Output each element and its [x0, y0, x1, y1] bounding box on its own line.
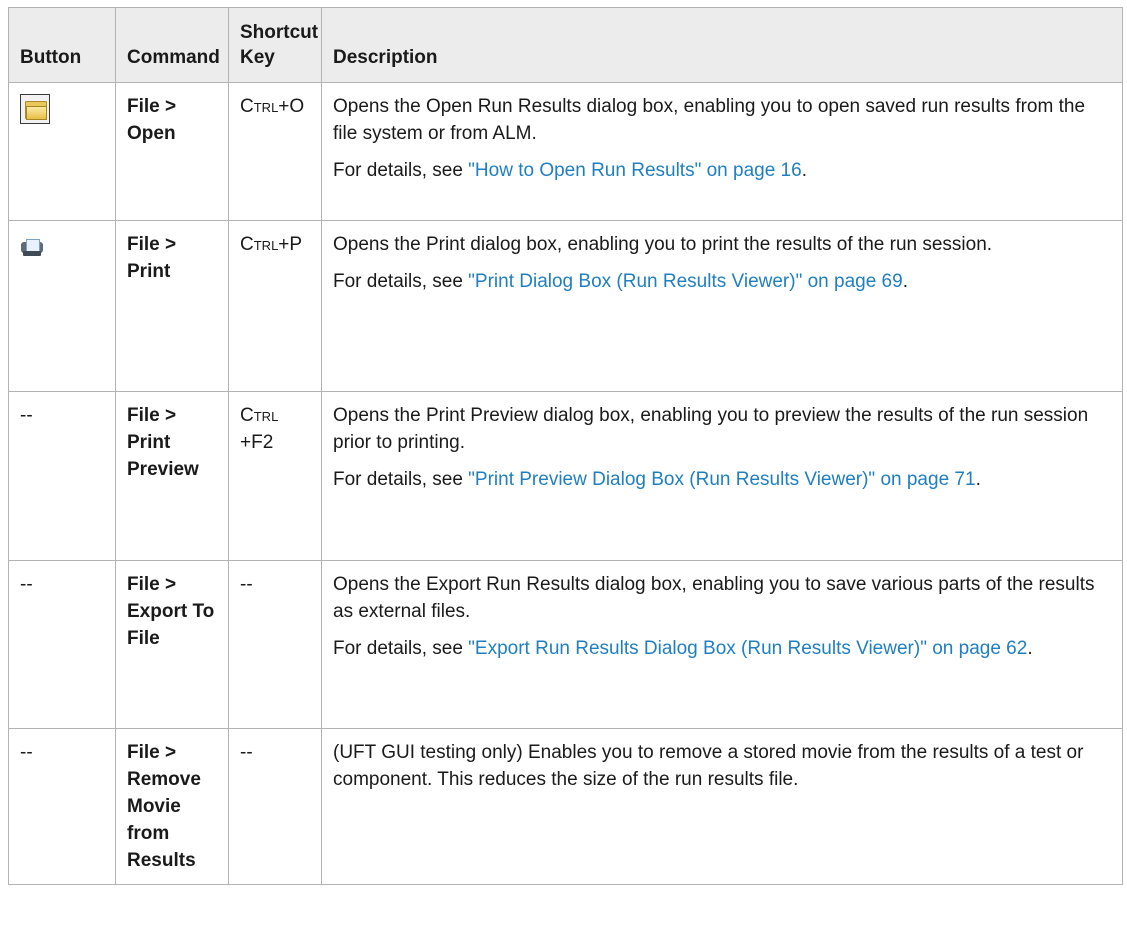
table-row: -- File > Remove Movie from Results -- (… — [8, 728, 1123, 885]
details-suffix: . — [902, 271, 908, 292]
table-row: -- File > Export To File -- Opens the Ex… — [8, 560, 1123, 729]
shortcut-key-ctrl: trl — [253, 234, 279, 255]
description-cell: Opens the Print Preview dialog box, enab… — [321, 391, 1123, 561]
description-cell: (UFT GUI testing only) Enables you to re… — [321, 728, 1123, 885]
button-none: -- — [20, 405, 33, 426]
details-paragraph: For details, see "How to Open Run Result… — [333, 157, 1114, 184]
details-link[interactable]: "Print Dialog Box (Run Results Viewer)" … — [468, 271, 903, 292]
description-text: Opens the Print Preview dialog box, enab… — [333, 405, 1089, 453]
header-shortcut-key: Shortcut Key — [228, 7, 322, 83]
shortcut-key-cell: Ctrl +F2 — [228, 391, 322, 561]
header-command: Command — [115, 7, 229, 83]
header-description: Description — [321, 7, 1123, 83]
file-menu-commands-table: Button Command Shortcut Key Description … — [8, 7, 1123, 885]
command-cell: File > Print Preview — [115, 391, 229, 561]
shortcut-key-ctrl: trl — [253, 96, 279, 117]
description-text: (UFT GUI testing only) Enables you to re… — [333, 742, 1084, 790]
details-suffix: . — [801, 160, 807, 181]
button-cell: -- — [8, 728, 116, 885]
button-cell — [8, 220, 116, 392]
description-text: Opens the Open Run Results dialog box, e… — [333, 96, 1086, 144]
details-paragraph: For details, see "Export Run Results Dia… — [333, 635, 1114, 662]
shortcut-key-suffix: +O — [278, 96, 305, 117]
table-header: Button Command Shortcut Key Description — [8, 7, 1123, 83]
shortcut-key-ctrl: trl — [253, 405, 279, 426]
details-prefix: For details, see — [333, 469, 469, 490]
details-prefix: For details, see — [333, 160, 469, 181]
command-cell: File > Export To File — [115, 560, 229, 729]
shortcut-key-cell: Ctrl+O — [228, 82, 322, 221]
details-paragraph: For details, see "Print Preview Dialog B… — [333, 466, 1114, 493]
printer-icon[interactable] — [21, 237, 43, 257]
shortcut-key-suffix: +P — [278, 234, 303, 255]
button-cell — [8, 82, 116, 221]
description-cell: Opens the Open Run Results dialog box, e… — [321, 82, 1123, 221]
shortcut-key-prefix: C — [240, 405, 254, 426]
details-prefix: For details, see — [333, 271, 469, 292]
shortcut-key-prefix: C — [240, 96, 254, 117]
header-row: Button Command Shortcut Key Description — [8, 7, 1123, 83]
details-link[interactable]: "Export Run Results Dialog Box (Run Resu… — [468, 638, 1027, 659]
command-cell: File > Print — [115, 220, 229, 392]
details-paragraph: For details, see "Print Dialog Box (Run … — [333, 268, 1114, 295]
description-cell: Opens the Print dialog box, enabling you… — [321, 220, 1123, 392]
open-folder-icon[interactable] — [20, 94, 50, 124]
command-cell: File > Remove Movie from Results — [115, 728, 229, 885]
button-cell: -- — [8, 560, 116, 729]
details-link[interactable]: "Print Preview Dialog Box (Run Results V… — [468, 469, 975, 490]
button-none: -- — [20, 574, 33, 595]
header-button: Button — [8, 7, 116, 83]
shortcut-key-suffix: +F2 — [240, 432, 274, 453]
description-text: Opens the Print dialog box, enabling you… — [333, 234, 993, 255]
table-row: File > Open Ctrl+O Opens the Open Run Re… — [8, 82, 1123, 221]
shortcut-key-cell: -- — [228, 560, 322, 729]
description-cell: Opens the Export Run Results dialog box,… — [321, 560, 1123, 729]
details-suffix: . — [975, 469, 981, 490]
shortcut-key-prefix: C — [240, 234, 254, 255]
page: Button Command Shortcut Key Description … — [0, 0, 1127, 941]
description-text: Opens the Export Run Results dialog box,… — [333, 574, 1095, 622]
shortcut-key-cell: -- — [228, 728, 322, 885]
button-none: -- — [20, 742, 33, 763]
details-prefix: For details, see — [333, 638, 469, 659]
command-cell: File > Open — [115, 82, 229, 221]
details-suffix: . — [1027, 638, 1033, 659]
table-row: File > Print Ctrl+P Opens the Print dial… — [8, 220, 1123, 392]
table-row: -- File > Print Preview Ctrl +F2 Opens th… — [8, 391, 1123, 561]
shortcut-key-cell: Ctrl+P — [228, 220, 322, 392]
table-body: File > Open Ctrl+O Opens the Open Run Re… — [8, 82, 1123, 885]
details-link[interactable]: "How to Open Run Results" on page 16 — [468, 160, 802, 181]
button-cell: -- — [8, 391, 116, 561]
